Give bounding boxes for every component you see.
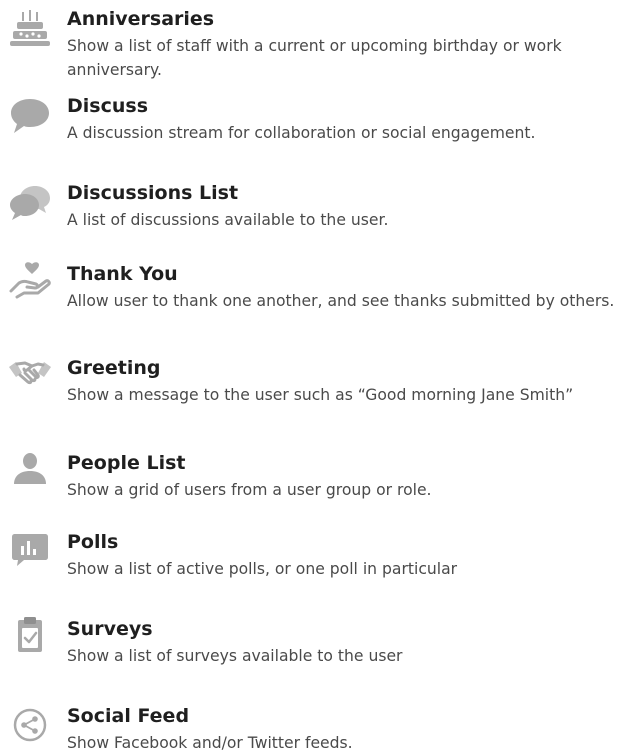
person-icon [8, 450, 52, 490]
clipboard-check-icon [8, 616, 52, 656]
widget-title: Discussions List [67, 182, 239, 204]
widget-title: Social Feed [67, 705, 190, 727]
widget-description: Show a list of active polls, or one poll… [67, 560, 458, 578]
widget-description: Allow user to thank one another, and see… [67, 292, 615, 310]
widget-description: Show a list of staff with a current or u… [67, 37, 562, 79]
widget-description: Show a message to the user such as “Good… [67, 386, 574, 404]
widget-title: Discuss [67, 95, 149, 117]
widget-title: Anniversaries [67, 8, 215, 30]
share-circle-icon [8, 705, 52, 745]
widget-title: Polls [67, 531, 119, 553]
widget-description: A discussion stream for collaboration or… [67, 124, 536, 142]
conversation-bubbles-icon [8, 184, 52, 224]
poll-chart-icon [8, 531, 52, 571]
hand-heart-icon [8, 261, 52, 301]
widget-title: Greeting [67, 357, 161, 379]
widget-description: A list of discussions available to the u… [67, 211, 389, 229]
widget-title: Surveys [67, 618, 153, 640]
widget-description: Show Facebook and/or Twitter feeds. [67, 734, 353, 752]
handshake-icon [8, 353, 52, 393]
widget-description: Show a list of surveys available to the … [67, 647, 403, 665]
widget-title: People List [67, 452, 186, 474]
birthday-cake-icon [8, 10, 52, 50]
widget-title: Thank You [67, 263, 178, 285]
speech-bubble-icon [8, 97, 52, 137]
widget-description: Show a grid of users from a user group o… [67, 481, 432, 499]
